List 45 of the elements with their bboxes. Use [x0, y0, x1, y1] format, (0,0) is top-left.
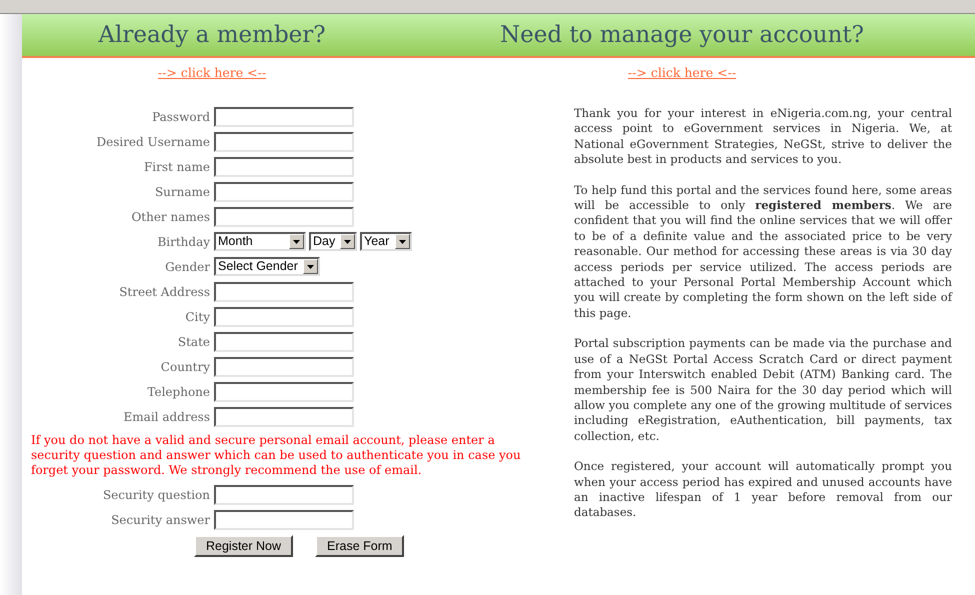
- form-button[interactable]: Erase Form: [315, 535, 404, 557]
- text-input[interactable]: [214, 156, 354, 176]
- section-heading: Need to manage your account?: [499, 20, 865, 50]
- field-label: Security answer: [110, 512, 211, 528]
- field-label: Country: [160, 358, 211, 376]
- text-input[interactable]: [214, 406, 354, 426]
- field-label: Gender: [164, 258, 211, 276]
- section-heading: Already a member?: [97, 20, 327, 50]
- field-label: Security question: [102, 486, 211, 504]
- text-input[interactable]: [214, 382, 354, 402]
- field-label: City: [184, 308, 211, 326]
- text-input[interactable]: [214, 282, 354, 302]
- field-label: Telephone: [146, 384, 211, 400]
- info-paragraph: Portal subscription payments can be made via the purchase and use of a NeGSt Portal Access Scratch Card or direct payment from your Interswitch enabled Debit (ATM) Banking card. The membership fee is 500 Naira for the 30 day period which will allow you complete any one of the growing multitude of services including eRegistration, eAuthentication, bill payments, tax collection, etc.: [574, 336, 952, 444]
- security-note: If you do not have a valid and secure personal email account, please enter a security question and answer which can be used to authenticate you in case you forget your password. We strongly recommend the use of email.: [31, 433, 522, 478]
- text-input[interactable]: [214, 484, 354, 504]
- text-input[interactable]: [214, 306, 354, 326]
- text-input[interactable]: [214, 356, 354, 376]
- info-paragraph: Thank you for your interest in eNigeria.com.ng, your central access point to eGovernment services in Nigeria. We, at National eGovernment Strategies, NeGSt, strive to deliver the absolute best in products and services to you.: [574, 106, 952, 168]
- field-label: Password: [151, 108, 211, 126]
- dropdown[interactable]: Year: [360, 232, 412, 251]
- caret-icon: [340, 234, 355, 249]
- dropdown[interactable]: Day: [309, 232, 357, 251]
- text-input[interactable]: [214, 132, 354, 152]
- field-label: Surname: [154, 184, 211, 200]
- dropdown[interactable]: Month: [214, 232, 306, 251]
- dropdown[interactable]: Select Gender: [214, 257, 320, 276]
- form-button[interactable]: Register Now: [194, 535, 294, 557]
- text-input[interactable]: [214, 510, 354, 530]
- field-label: Street Address: [118, 284, 211, 300]
- caret-icon: [289, 234, 304, 249]
- info-paragraph: To help fund this portal and the services found here, some areas will be accessible to only registered members. We are confident that you will find the online services that we will offer to be of a definite value and the associated price to be very reasonable. Our method for accessing these areas is via 30 day access periods per service utilized. The access periods are attached to your Personal Portal Membership Account which you will create by completing the form shown on the left side of this page.: [574, 182, 952, 322]
- field-label: First name: [142, 158, 211, 176]
- field-label: Email address: [122, 408, 211, 426]
- text-input[interactable]: [214, 332, 354, 352]
- text-input[interactable]: [214, 182, 354, 202]
- info-paragraph: Once registered, your account will automatically prompt you when your access period has expired and unused accounts have an inactive lifespan of 1 year before removal from our databases.: [574, 459, 952, 521]
- field-label: State: [176, 334, 211, 350]
- field-label: Other names: [130, 208, 211, 226]
- text-input[interactable]: [214, 106, 354, 126]
- text-input[interactable]: [214, 206, 354, 226]
- field-label: Desired Username: [95, 134, 211, 150]
- field-label: Birthday: [156, 234, 211, 250]
- caret-icon: [395, 234, 410, 249]
- caret-icon: [303, 259, 318, 274]
